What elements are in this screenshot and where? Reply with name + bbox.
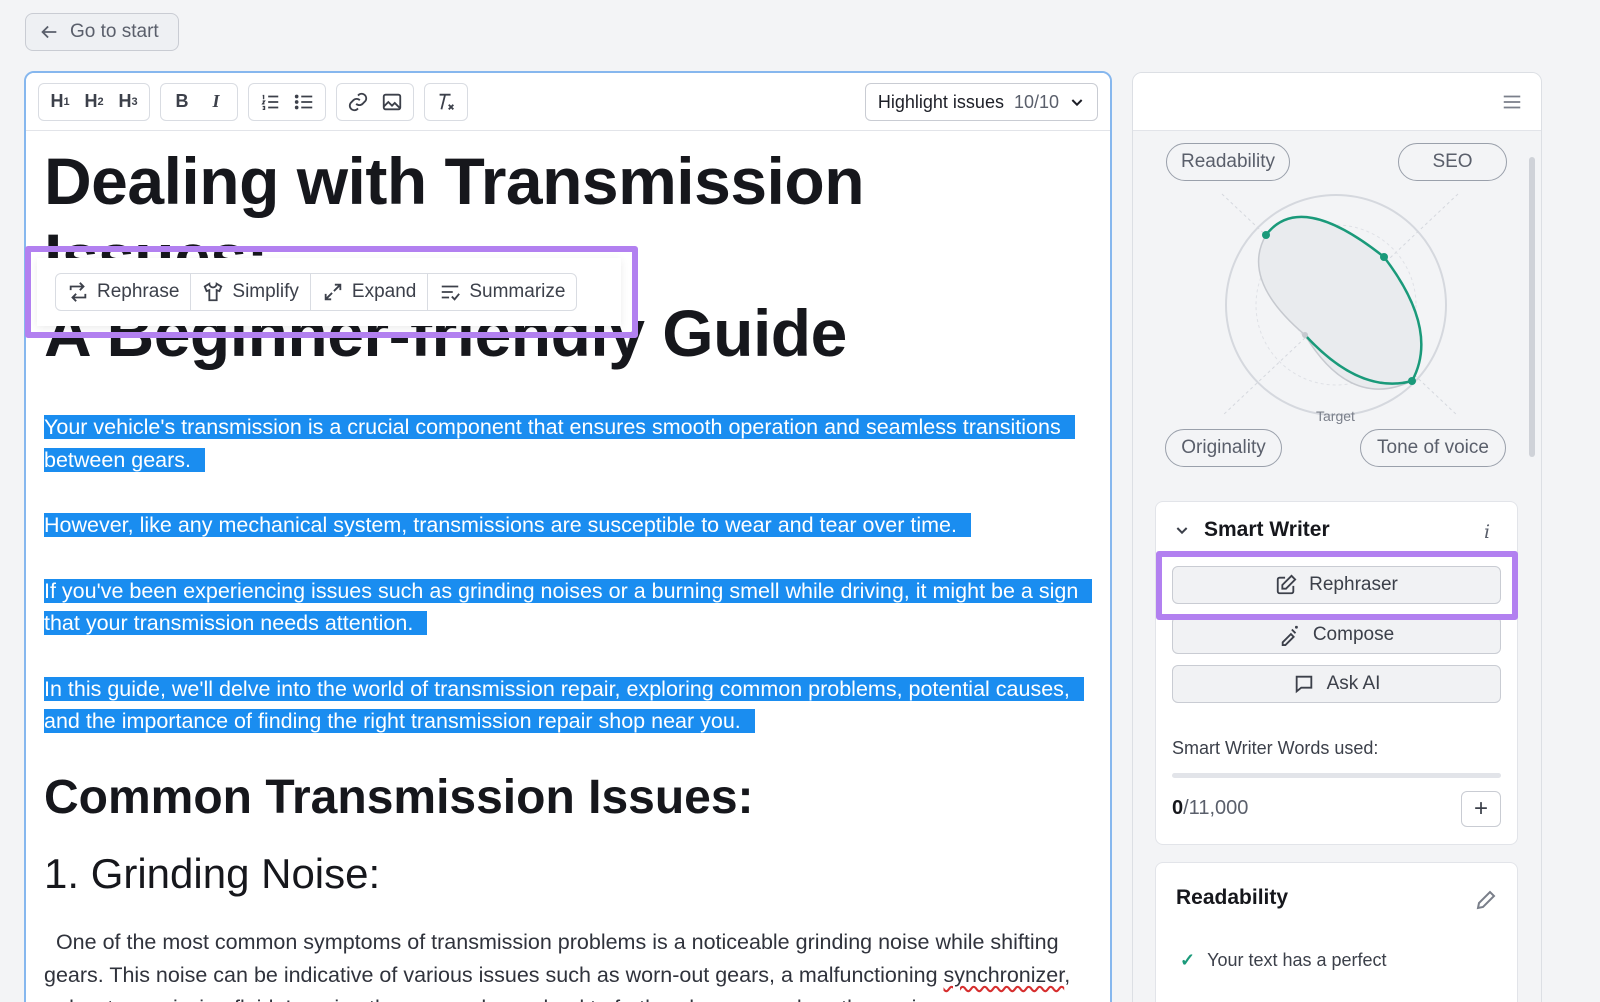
ai-toolbar-callout [25, 246, 638, 338]
clear-format-button[interactable] [431, 87, 461, 117]
clear-format-icon [439, 93, 454, 110]
ask-ai-label: Ask AI [1326, 673, 1381, 694]
go-to-start-button[interactable]: Go to start [25, 13, 179, 51]
heading-1-button[interactable]: H1 [45, 87, 75, 117]
heading-1-letter: H [50, 91, 64, 111]
originality-metric[interactable]: Originality [1165, 429, 1282, 467]
pencil-icon[interactable] [1474, 888, 1498, 912]
heading-3-level: 3 [131, 95, 138, 108]
section-heading: Common Transmission Issues: [44, 770, 754, 824]
chevron-down-icon [1176, 527, 1188, 535]
go-to-start-label: Go to start [70, 21, 159, 42]
words-used-value: 0/11,000 [1172, 797, 1249, 819]
compose-label: Compose [1312, 624, 1395, 645]
list-group [248, 82, 326, 121]
words-used-label: Smart Writer Words used: [1172, 738, 1379, 758]
bullet-list-icon [294, 94, 313, 109]
highlight-issues-label: Highlight issues [877, 91, 1004, 112]
tone-of-voice-metric[interactable]: Tone of voice [1360, 429, 1506, 467]
arrow-left-icon [41, 25, 57, 39]
smart-writer-title: Smart Writer [1204, 518, 1330, 541]
ask-ai-button[interactable]: Ask AI [1172, 665, 1501, 703]
target-label: Target [1316, 408, 1355, 424]
insert-group [336, 82, 414, 121]
score-radar-chart [1221, 193, 1459, 417]
selected-paragraph: In this guide, we'll delve into the worl… [44, 673, 1092, 738]
image-icon [382, 93, 402, 110]
panel-header [1133, 73, 1541, 131]
check-icon: ✓ [1180, 950, 1196, 970]
link-button[interactable] [343, 87, 373, 117]
editor-toolbar: H1 H2 H3 B I Highlight issues 10/10 [26, 73, 1110, 131]
highlight-issues-count: 10/10 [1013, 91, 1059, 112]
words-used-progress [1172, 773, 1501, 778]
link-icon [348, 92, 368, 111]
seo-metric[interactable]: SEO [1398, 143, 1507, 181]
ordered-list-button[interactable] [255, 87, 285, 117]
image-button[interactable] [377, 87, 407, 117]
heading-1-level: 1 [63, 95, 70, 108]
heading-group: H1 H2 H3 [38, 82, 150, 121]
magic-pen-icon [1281, 625, 1298, 646]
italic-button[interactable]: I [201, 87, 231, 117]
heading-3-button[interactable]: H3 [113, 87, 143, 117]
chevron-down-icon [1071, 99, 1083, 107]
body-paragraph: One of the most common symptoms of trans… [44, 929, 1071, 1002]
compose-button[interactable]: Compose [1172, 616, 1501, 654]
readability-check-text: Your text has a perfect [1207, 950, 1387, 970]
readability-check-item: ✓ Your text has a perfect [1180, 950, 1387, 971]
chat-bubble-icon [1295, 675, 1312, 694]
heading-2-button[interactable]: H2 [79, 87, 109, 117]
hamburger-menu-icon[interactable] [1501, 91, 1523, 113]
info-icon[interactable]: i [1484, 521, 1490, 543]
misspelled-word[interactable]: synchronizer [944, 963, 1065, 987]
selected-paragraph: If you've been experiencing issues such … [44, 575, 1093, 640]
clear-group [424, 82, 468, 121]
editor: H1 H2 H3 B I Highlight issues 10/10 Deal… [24, 71, 1112, 1002]
add-words-button[interactable]: + [1461, 791, 1501, 827]
selected-paragraph: However, like any mechanical system, tra… [44, 509, 1092, 542]
readability-card-title: Readability [1176, 886, 1289, 909]
format-group: B I [160, 82, 238, 121]
subsection-heading: 1. Grinding Noise: [44, 849, 381, 897]
ordered-list-icon [261, 94, 279, 110]
readability-metric[interactable]: Readability [1166, 143, 1290, 181]
heading-3-letter: H [118, 91, 132, 111]
bullet-list-button[interactable] [289, 87, 319, 117]
highlight-issues-select[interactable]: Highlight issues 10/10 [864, 83, 1098, 121]
heading-2-level: 2 [97, 95, 104, 108]
smart-writer-toggle[interactable]: Smart Writer [1174, 518, 1330, 542]
readability-card [1155, 862, 1518, 1002]
rephraser-callout [1156, 551, 1518, 620]
bold-button[interactable]: B [167, 87, 197, 117]
heading-2-letter: H [84, 91, 98, 111]
selected-paragraph: Your vehicle's transmission is a crucial… [44, 411, 1092, 476]
panel-scrollbar[interactable] [1529, 157, 1535, 457]
